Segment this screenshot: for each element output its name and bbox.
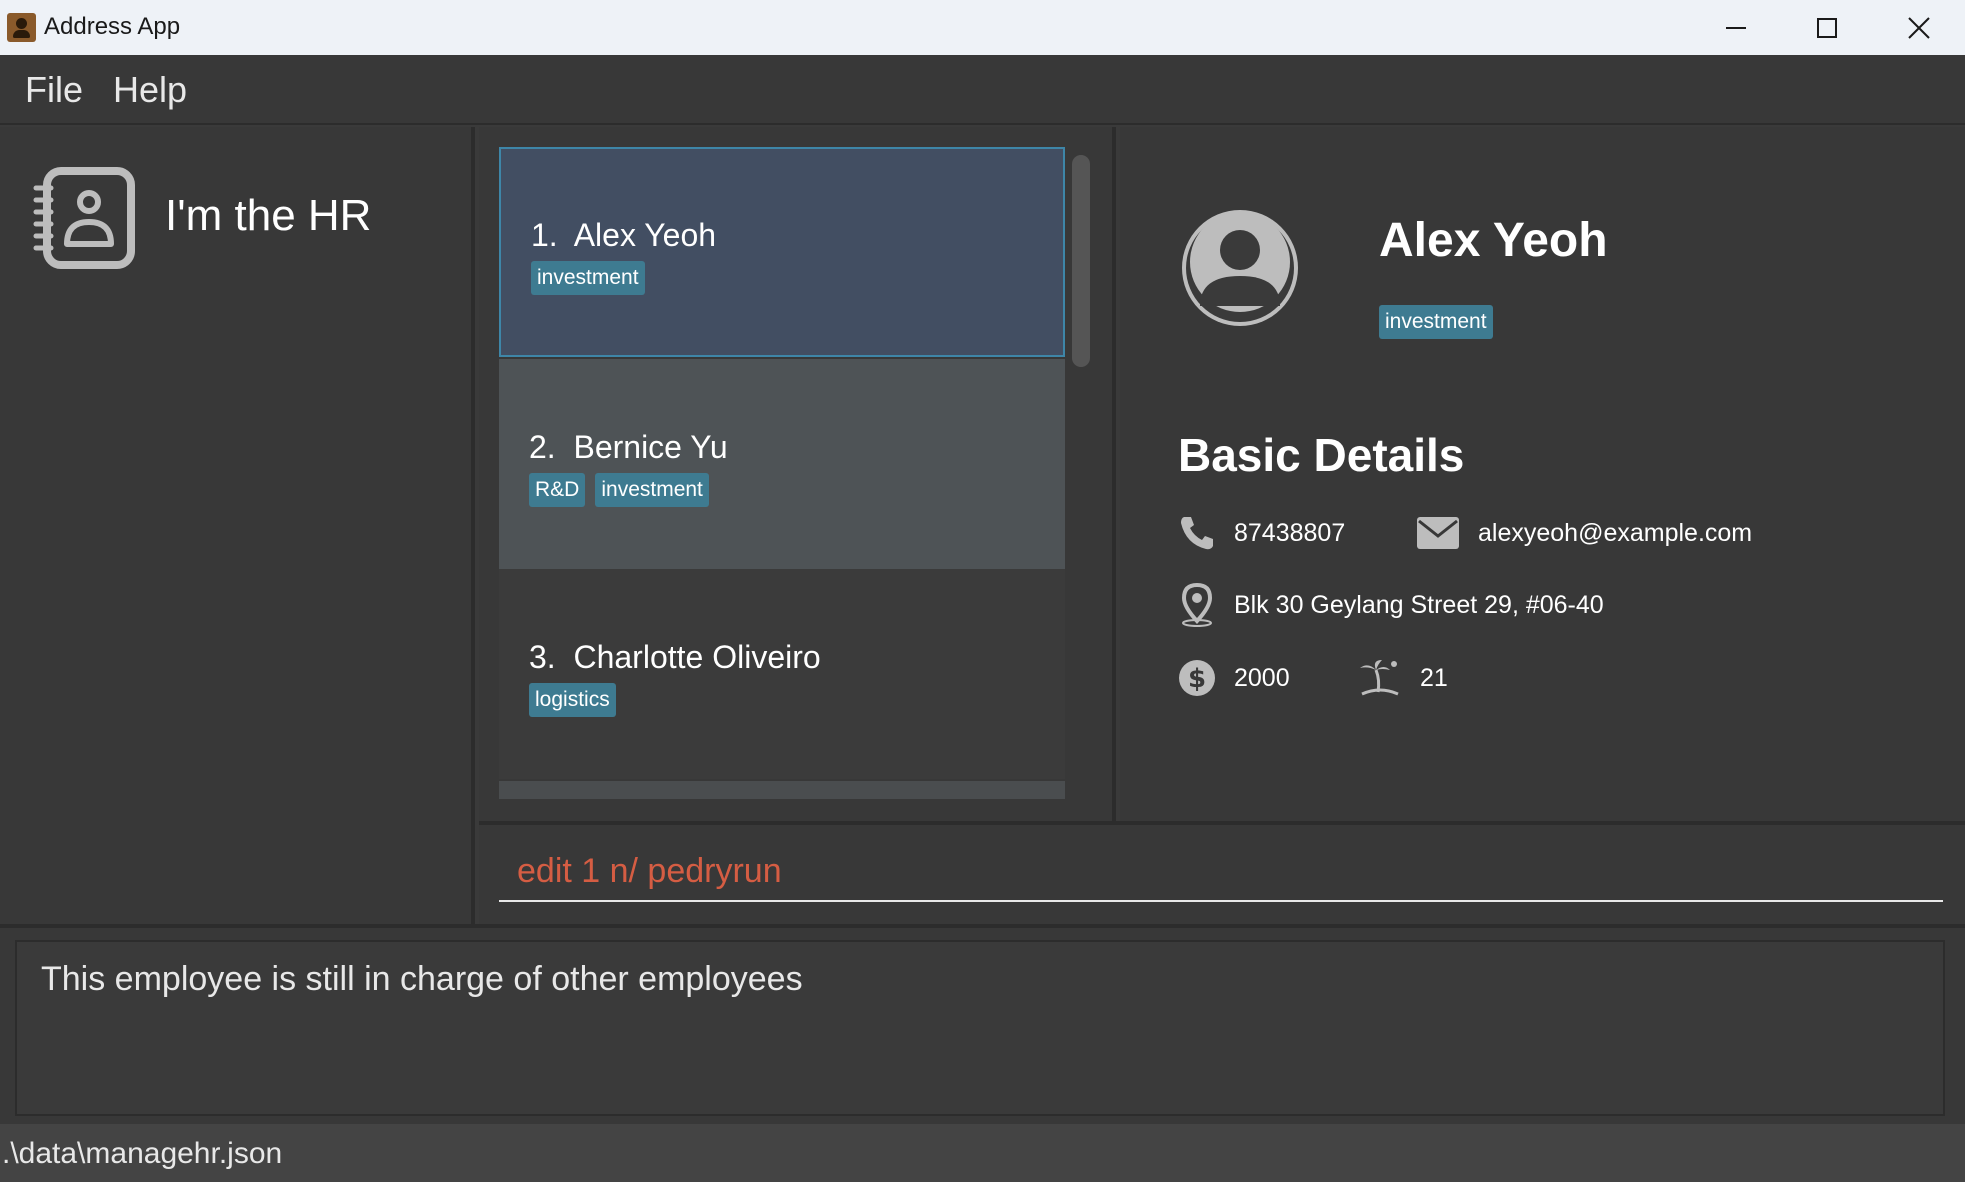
detail-name: Alex Yeoh — [1379, 214, 1608, 267]
maximize-icon — [1817, 17, 1837, 38]
maximize-button[interactable] — [1781, 0, 1873, 55]
tag: logistics — [529, 683, 616, 717]
section-title: Basic Details — [1178, 429, 1465, 481]
email-icon — [1416, 514, 1460, 552]
person-name-text: Bernice Yu — [573, 429, 728, 465]
tag-list: R&D investment — [529, 473, 709, 507]
list-scrollbar-thumb[interactable] — [1072, 155, 1090, 367]
close-button[interactable] — [1873, 0, 1965, 55]
dollar-icon: $ — [1178, 659, 1216, 697]
salary-value: 2000 — [1234, 663, 1290, 692]
address-row: Blk 30 Geylang Street 29, #06-40 — [1178, 583, 1604, 627]
address-book-icon — [7, 13, 36, 42]
tag: investment — [595, 473, 709, 507]
person-card-4-partial[interactable] — [499, 781, 1065, 799]
sidebar: I'm the HR — [0, 127, 475, 924]
person-list: 1. Alex Yeoh investment 2. Bernice Yu R&… — [479, 127, 1116, 821]
phone-row: 87438807 — [1178, 514, 1345, 552]
tag-list: investment — [531, 261, 645, 295]
salary-row: $ 2000 — [1178, 659, 1290, 697]
person-name-text: Charlotte Oliveiro — [573, 639, 821, 675]
tag-list: logistics — [529, 683, 616, 717]
person-index: 3. — [529, 639, 556, 675]
menu-help[interactable]: Help — [113, 69, 187, 111]
tag: investment — [531, 261, 645, 295]
person-name: 2. Bernice Yu — [529, 429, 728, 466]
vacation-island-icon — [1358, 659, 1402, 697]
person-name: 1. Alex Yeoh — [531, 217, 716, 254]
address-value: Blk 30 Geylang Street 29, #06-40 — [1234, 590, 1604, 619]
result-text: This employee is still in charge of othe… — [41, 960, 803, 998]
menu-bar: File Help — [0, 55, 1965, 125]
detail-tag: investment — [1379, 305, 1493, 339]
person-index: 2. — [529, 429, 556, 465]
phone-icon — [1178, 514, 1216, 552]
email-row: alexyeoh@example.com — [1416, 514, 1752, 552]
status-bar: .\data\managehr.json — [0, 1124, 1965, 1182]
minimize-icon — [1726, 26, 1746, 29]
tag: R&D — [529, 473, 586, 507]
person-card-1[interactable]: 1. Alex Yeoh investment — [499, 147, 1065, 357]
person-index: 1. — [531, 217, 558, 253]
location-pin-icon — [1178, 583, 1216, 627]
person-name-text: Alex Yeoh — [573, 217, 717, 253]
title-bar: Address App — [0, 0, 1965, 55]
email-value: alexyeoh@example.com — [1478, 518, 1753, 547]
result-textarea[interactable]: This employee is still in charge of othe… — [15, 940, 1945, 1116]
menu-file[interactable]: File — [25, 69, 83, 111]
result-display: This employee is still in charge of othe… — [0, 924, 1965, 1124]
save-location: .\data\managehr.json — [2, 1137, 283, 1170]
command-input[interactable]: edit 1 n/ pedryrun — [499, 840, 1943, 902]
leave-row: 21 — [1358, 659, 1448, 697]
person-card-2[interactable]: 2. Bernice Yu R&D investment — [499, 359, 1065, 569]
svg-text:$: $ — [1188, 664, 1206, 694]
phone-value: 87438807 — [1234, 518, 1346, 547]
close-icon — [1908, 16, 1930, 39]
person-detail-panel: Alex Yeoh investment Basic Details 87438… — [1120, 127, 1965, 821]
command-box: edit 1 n/ pedryrun — [479, 821, 1965, 924]
avatar-icon — [1182, 210, 1298, 326]
window-title: Address App — [44, 13, 181, 40]
minimize-button[interactable] — [1690, 0, 1782, 55]
sidebar-title: I'm the HR — [165, 191, 372, 240]
contact-book-icon — [33, 167, 135, 269]
leave-value: 21 — [1420, 663, 1448, 692]
person-card-3[interactable]: 3. Charlotte Oliveiro logistics — [499, 569, 1065, 779]
person-name: 3. Charlotte Oliveiro — [529, 639, 821, 676]
